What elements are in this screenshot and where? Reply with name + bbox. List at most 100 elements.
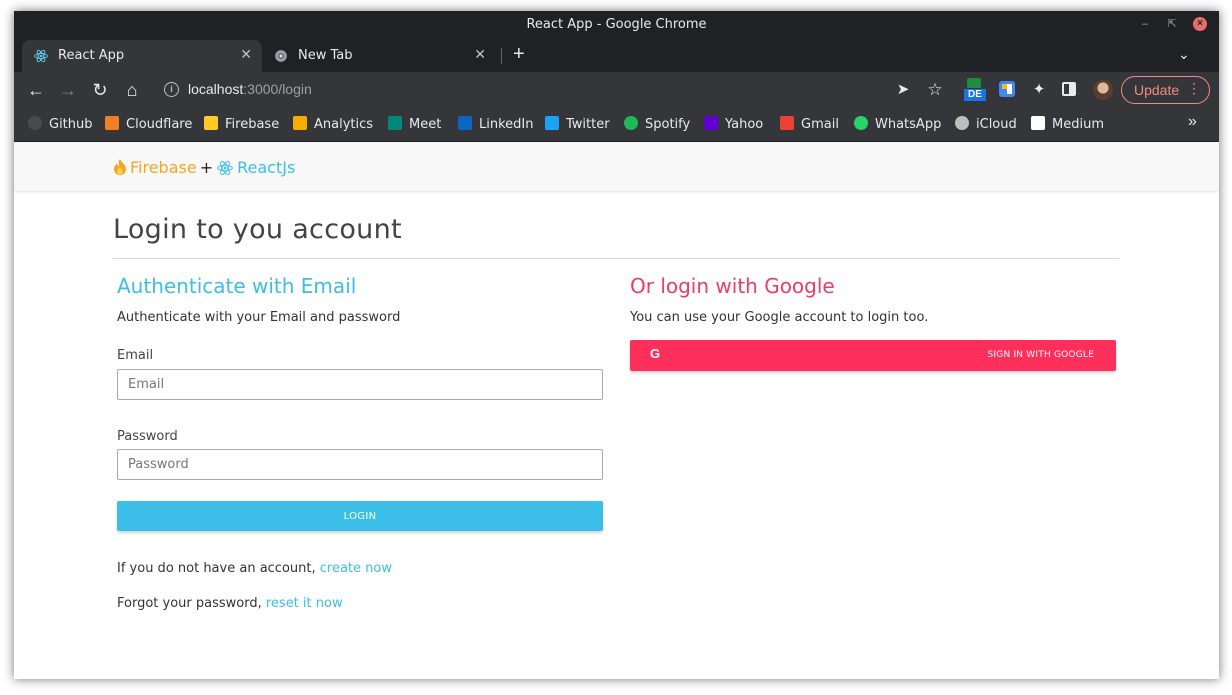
google-section-title: Or login with Google (630, 274, 835, 298)
gmail-icon (780, 116, 794, 130)
medium-icon (1031, 116, 1045, 130)
spotify-icon (624, 116, 638, 130)
google-signin-button[interactable]: G SIGN IN WITH GOOGLE (630, 340, 1116, 371)
brand[interactable]: Firebase + ReactJs (113, 158, 295, 177)
yahoo-icon (704, 116, 718, 130)
extension-badge: DE (964, 89, 986, 101)
create-account-link[interactable]: create now (320, 561, 392, 576)
update-label: Update (1134, 82, 1180, 98)
flame-icon (114, 159, 126, 175)
update-button[interactable]: Update ⋮ (1121, 76, 1210, 104)
tab-title: New Tab (298, 48, 353, 63)
brand-react: ReactJs (237, 158, 296, 177)
chrome-icon (275, 50, 287, 62)
page-content: Firebase + ReactJs Login to you account A… (14, 142, 1219, 679)
register-text: If you do not have an account, (117, 561, 320, 576)
react-icon (217, 161, 233, 175)
restore-icon[interactable]: ⇱ (1164, 16, 1180, 32)
tab-title: React App (58, 48, 125, 63)
bookmark-whatsapp[interactable]: WhatsApp (854, 116, 941, 134)
close-tab-icon[interactable]: ✕ (474, 47, 486, 63)
forward-arrow-icon[interactable]: → (57, 79, 79, 101)
avatar[interactable] (1093, 80, 1113, 100)
tab-new-tab[interactable]: New Tab ✕ (262, 40, 496, 72)
firebase-icon (204, 116, 218, 130)
bookmark-twitter[interactable]: Twitter (545, 116, 610, 134)
puzzle-icon[interactable]: ✦ (1029, 79, 1049, 101)
close-tab-icon[interactable]: ✕ (240, 47, 252, 63)
bookmark-analytics[interactable]: Analytics (293, 116, 373, 134)
bookmark-gmail[interactable]: Gmail (780, 116, 839, 134)
google-signin-label: SIGN IN WITH GOOGLE (987, 350, 1094, 360)
new-tab-button[interactable]: + (513, 43, 525, 66)
tab-react-app[interactable]: React App ✕ (22, 40, 262, 72)
extension-de-icon[interactable]: DE (964, 78, 986, 101)
google-login-section: Or login with Google You can use your Go… (630, 274, 1116, 371)
page-title: Login to you account (113, 214, 402, 245)
address-bar[interactable]: i localhost:3000/login (154, 76, 954, 104)
bookmark-label: iCloud (976, 117, 1017, 132)
bookmark-label: Meet (409, 117, 442, 132)
divider (113, 258, 1119, 259)
tab-strip: React App ✕ New Tab ✕ + ⌄ (14, 40, 1219, 72)
bookmark-label: WhatsApp (875, 117, 942, 132)
title-bar: React App - Google Chrome – ⇱ × (14, 11, 1219, 40)
back-arrow-icon[interactable]: ← (25, 79, 47, 101)
close-window-icon[interactable]: × (1193, 17, 1207, 31)
bookmark-label: Cloudflare (126, 117, 193, 132)
bookmark-yahoo[interactable]: Yahoo (704, 116, 763, 134)
bookmark-label: Spotify (645, 117, 691, 132)
bookmark-firebase[interactable]: Firebase (204, 116, 279, 134)
bookmark-label: Medium (1052, 117, 1104, 132)
bookmark-label: Twitter (566, 117, 610, 132)
reload-icon[interactable]: ↻ (89, 79, 111, 101)
bookmark-medium[interactable]: Medium (1031, 116, 1104, 134)
linkedin-icon (458, 116, 472, 130)
bookmark-cloudflare[interactable]: Cloudflare (105, 116, 192, 134)
password-field[interactable] (117, 449, 603, 480)
url-path: :3000/login (243, 81, 312, 97)
browser-toolbar: ← → ↻ ⌂ i localhost:3000/login ➤ ☆ DE ✦ … (14, 72, 1219, 108)
bookmark-meet[interactable]: Meet (388, 116, 441, 134)
bookmark-label: Github (49, 117, 93, 132)
brand-plus: + (199, 158, 214, 177)
meet-icon (388, 116, 402, 130)
bookmark-linkedin[interactable]: LinkedIn (458, 116, 533, 134)
reset-password-link[interactable]: reset it now (266, 596, 343, 611)
tab-separator (501, 48, 502, 64)
home-icon[interactable]: ⌂ (121, 79, 143, 101)
url-host: localhost (188, 81, 244, 97)
react-icon (34, 49, 48, 63)
email-section-description: Authenticate with your Email and passwor… (117, 310, 401, 325)
info-icon[interactable]: i (164, 82, 179, 97)
password-label: Password (117, 429, 178, 444)
bookmark-icloud[interactable]: iCloud (955, 116, 1017, 134)
extension-tiles-icon[interactable] (999, 81, 1015, 97)
google-icon: G (650, 346, 661, 361)
bookmark-label: Yahoo (725, 117, 764, 132)
more-vert-icon[interactable]: ⋮ (1187, 80, 1201, 97)
browser-window: React App - Google Chrome – ⇱ × React Ap… (14, 11, 1219, 679)
bookmark-label: Gmail (801, 117, 839, 132)
side-panel-icon[interactable] (1062, 82, 1076, 96)
minimize-icon[interactable]: – (1137, 16, 1153, 32)
app-navbar: Firebase + ReactJs (14, 142, 1219, 191)
bookmark-github[interactable]: Github (28, 116, 93, 134)
url-text[interactable]: localhost:3000/login (188, 81, 312, 97)
google-section-description: You can use your Google account to login… (630, 310, 929, 325)
star-icon[interactable]: ☆ (926, 79, 944, 101)
login-button[interactable]: LOGIN (117, 501, 603, 531)
more-bookmarks-icon[interactable]: » (1188, 113, 1197, 131)
twitter-icon (545, 116, 559, 130)
email-field[interactable] (117, 369, 603, 400)
reset-text: Forgot your password, (117, 596, 266, 611)
cloudflare-icon (105, 116, 119, 130)
bookmark-spotify[interactable]: Spotify (624, 116, 690, 134)
bookmarks-bar: » Github Cloudflare Firebase Analytics Meet L… (14, 108, 1219, 142)
reset-line: Forgot your password, reset it now (117, 596, 343, 611)
window-title: React App - Google Chrome (526, 17, 707, 32)
github-icon (28, 116, 42, 130)
tab-search-icon[interactable]: ⌄ (1178, 46, 1190, 63)
bookmark-label: Firebase (225, 117, 280, 132)
send-icon[interactable]: ➤ (894, 79, 912, 101)
